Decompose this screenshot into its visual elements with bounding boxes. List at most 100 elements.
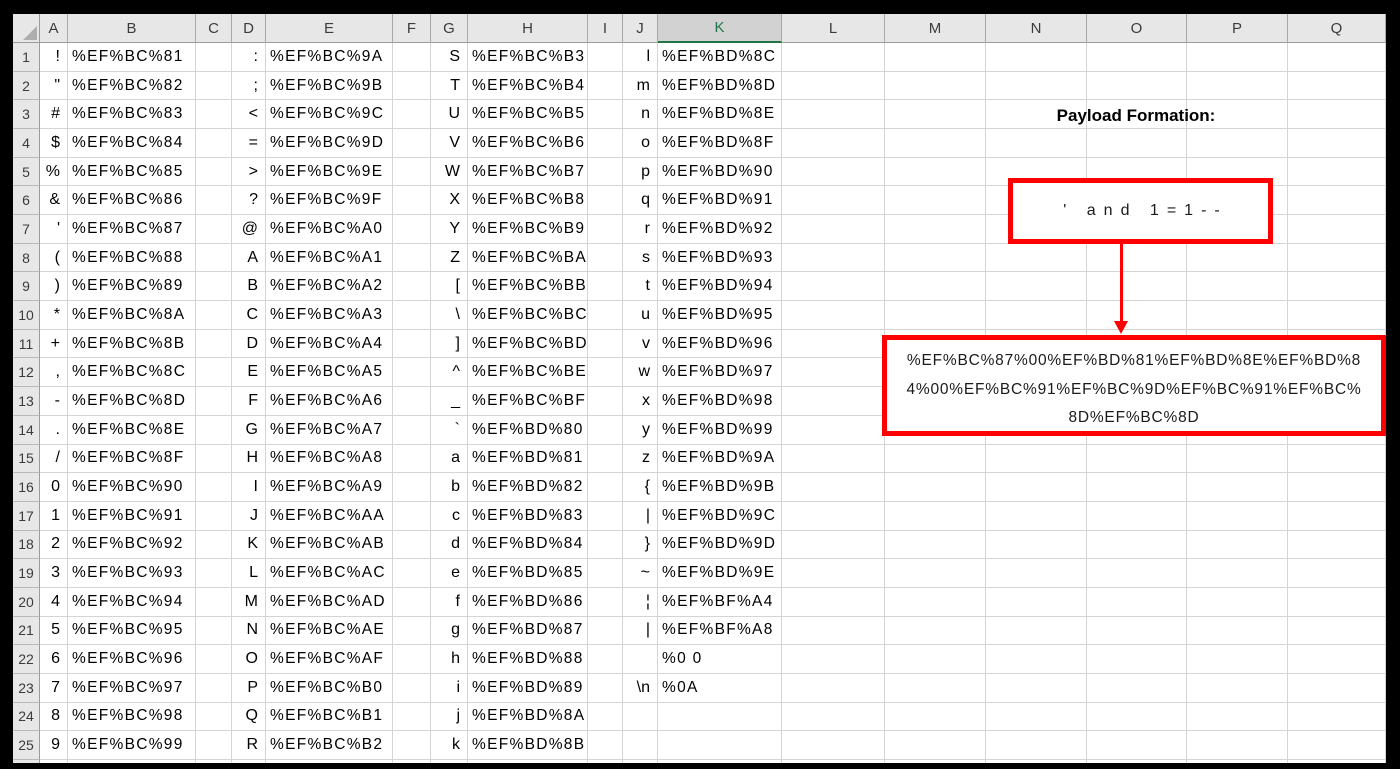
cell-I18[interactable] [588, 530, 623, 560]
cell-C12[interactable] [196, 358, 232, 388]
cell-H22[interactable]: %EF%BD%88 [468, 645, 588, 674]
cell-H19[interactable]: %EF%BD%85 [468, 559, 588, 588]
cell-N23[interactable] [986, 673, 1087, 703]
cell-B8[interactable]: %EF%BC%88 [68, 243, 196, 273]
cell-N19[interactable] [986, 559, 1087, 588]
cell-G6[interactable]: X [431, 186, 468, 216]
cell-D4[interactable]: = [232, 129, 266, 158]
cell-P2[interactable] [1187, 71, 1288, 101]
row-header-1[interactable]: 1 [13, 43, 40, 72]
cell-M10[interactable] [885, 301, 986, 330]
cell-E21[interactable]: %EF%BC%AE [266, 616, 393, 646]
cell-B6[interactable]: %EF%BC%86 [68, 186, 196, 216]
cell-E25[interactable]: %EF%BC%B2 [266, 731, 393, 760]
cell-K14[interactable]: %EF%BD%99 [658, 415, 782, 445]
cell-N16[interactable] [986, 473, 1087, 502]
cell-L7[interactable] [782, 215, 885, 244]
cell-I5[interactable] [588, 157, 623, 187]
cell-P10[interactable] [1187, 301, 1288, 330]
cell-H11[interactable]: %EF%BC%BD [468, 329, 588, 359]
payload-input-shape[interactable]: ' and 1=1-- [1008, 178, 1273, 244]
cell-I3[interactable] [588, 100, 623, 130]
cell-P1[interactable] [1187, 43, 1288, 72]
column-header-I[interactable]: I [588, 14, 623, 43]
cell-O17[interactable] [1087, 501, 1187, 531]
cell-J15[interactable]: z [623, 444, 658, 474]
cell-F22[interactable] [393, 645, 431, 674]
cell-K24[interactable] [658, 702, 782, 732]
cell-M5[interactable] [885, 157, 986, 187]
cell-J13[interactable]: x [623, 387, 658, 416]
column-header-P[interactable]: P [1187, 14, 1288, 43]
cell-F9[interactable] [393, 272, 431, 302]
cell-D25[interactable]: R [232, 731, 266, 760]
cell-K23[interactable]: %0A [658, 673, 782, 703]
cell-L15[interactable] [782, 444, 885, 474]
cell-A8[interactable]: ( [40, 243, 68, 273]
row-header-4[interactable]: 4 [13, 129, 40, 158]
cell-K19[interactable]: %EF%BD%9E [658, 559, 782, 588]
cell-Q7[interactable] [1288, 215, 1386, 244]
row-header-20[interactable]: 20 [13, 587, 40, 617]
cell-H8[interactable]: %EF%BC%BA [468, 243, 588, 273]
cell-F13[interactable] [393, 387, 431, 416]
cell-J11[interactable]: v [623, 329, 658, 359]
cell-B25[interactable]: %EF%BC%99 [68, 731, 196, 760]
cell-H21[interactable]: %EF%BD%87 [468, 616, 588, 646]
cell-D21[interactable]: N [232, 616, 266, 646]
cell-D18[interactable]: K [232, 530, 266, 560]
cell-B9[interactable]: %EF%BC%89 [68, 272, 196, 302]
cell-H26[interactable] [468, 760, 588, 763]
cell-A14[interactable]: . [40, 415, 68, 445]
cell-C15[interactable] [196, 444, 232, 474]
cell-C13[interactable] [196, 387, 232, 416]
cell-A18[interactable]: 2 [40, 530, 68, 560]
cell-O2[interactable] [1087, 71, 1187, 101]
column-header-E[interactable]: E [266, 14, 393, 43]
cell-O8[interactable] [1087, 243, 1187, 273]
column-header-B[interactable]: B [68, 14, 196, 43]
row-header-7[interactable]: 7 [13, 215, 40, 244]
cell-I11[interactable] [588, 329, 623, 359]
cell-G22[interactable]: h [431, 645, 468, 674]
cell-K6[interactable]: %EF%BD%91 [658, 186, 782, 216]
cell-E14[interactable]: %EF%BC%A7 [266, 415, 393, 445]
cell-I17[interactable] [588, 501, 623, 531]
cell-D1[interactable]: : [232, 43, 266, 72]
cell-M2[interactable] [885, 71, 986, 101]
cell-I20[interactable] [588, 587, 623, 617]
cell-L3[interactable] [782, 100, 885, 130]
cell-B15[interactable]: %EF%BC%8F [68, 444, 196, 474]
cell-O24[interactable] [1087, 702, 1187, 732]
cell-N24[interactable] [986, 702, 1087, 732]
cell-M22[interactable] [885, 645, 986, 674]
cell-P15[interactable] [1187, 444, 1288, 474]
cell-D20[interactable]: M [232, 587, 266, 617]
cell-I25[interactable] [588, 731, 623, 760]
cell-N17[interactable] [986, 501, 1087, 531]
cell-L9[interactable] [782, 272, 885, 302]
cell-M7[interactable] [885, 215, 986, 244]
cell-B11[interactable]: %EF%BC%8B [68, 329, 196, 359]
cell-Q1[interactable] [1288, 43, 1386, 72]
cell-E1[interactable]: %EF%BC%9A [266, 43, 393, 72]
cell-O22[interactable] [1087, 645, 1187, 674]
cell-I15[interactable] [588, 444, 623, 474]
row-header-19[interactable]: 19 [13, 559, 40, 588]
cell-L8[interactable] [782, 243, 885, 273]
cell-H13[interactable]: %EF%BC%BF [468, 387, 588, 416]
cell-F25[interactable] [393, 731, 431, 760]
cell-D19[interactable]: L [232, 559, 266, 588]
cell-G26[interactable] [431, 760, 468, 763]
cell-E3[interactable]: %EF%BC%9C [266, 100, 393, 130]
cell-C5[interactable] [196, 157, 232, 187]
cell-H16[interactable]: %EF%BD%82 [468, 473, 588, 502]
cell-O18[interactable] [1087, 530, 1187, 560]
cell-M24[interactable] [885, 702, 986, 732]
cell-J16[interactable]: { [623, 473, 658, 502]
cell-P23[interactable] [1187, 673, 1288, 703]
cell-J9[interactable]: t [623, 272, 658, 302]
column-header-F[interactable]: F [393, 14, 431, 43]
cell-J10[interactable]: u [623, 301, 658, 330]
row-header-26[interactable] [13, 760, 40, 763]
